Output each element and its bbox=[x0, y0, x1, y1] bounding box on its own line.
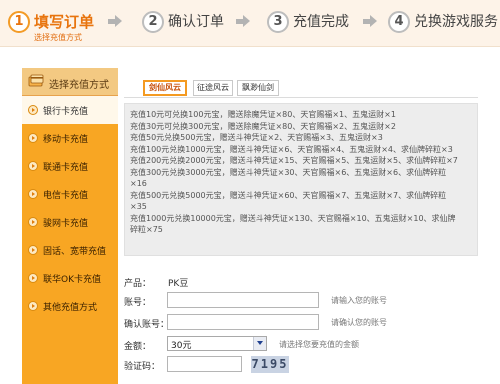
chevron-down-icon[interactable] bbox=[253, 337, 266, 350]
amount-selected-value: 30元 bbox=[171, 341, 192, 351]
account-label: 账号： bbox=[124, 298, 152, 308]
confirm-account-hint: 请确认您的账号 bbox=[331, 318, 387, 327]
step-1-number: 1 bbox=[8, 11, 30, 33]
card-stack-icon bbox=[28, 74, 44, 87]
product-value: PK豆 bbox=[168, 279, 189, 289]
step-1-label: 填写订单 bbox=[34, 13, 95, 31]
confirm-account-row: 确认账号： 请确认您的账号 bbox=[124, 314, 478, 332]
arrow-bullet-icon bbox=[28, 217, 38, 227]
sidebar-item-junnet-card[interactable]: 骏网卡充值 bbox=[22, 208, 118, 236]
step-4-label: 兑换游戏服务 bbox=[414, 14, 498, 30]
step-2-number: 2 bbox=[142, 11, 164, 33]
captcha-input[interactable] bbox=[167, 356, 242, 372]
captcha-label: 验证码： bbox=[124, 362, 161, 372]
package-line: 充值200元兑换2000元宝，赠送斗神凭证×15、天官赐福×5、五鬼运财×5、求… bbox=[130, 156, 458, 165]
product-label: 产品： bbox=[124, 279, 152, 289]
account-input[interactable] bbox=[167, 292, 319, 308]
sidebar-item-label: 移动卡充值 bbox=[43, 135, 89, 145]
step-arrow-icon bbox=[363, 15, 377, 28]
sidebar-header: 选择充值方式 bbox=[22, 68, 118, 96]
step-arrow-icon bbox=[236, 15, 250, 28]
arrow-bullet-icon bbox=[28, 245, 38, 255]
sidebar-item-unicom-card[interactable]: 联通卡充值 bbox=[22, 152, 118, 180]
arrow-bullet-icon bbox=[28, 189, 38, 199]
tab-piaomiao-xianjian[interactable]: 飘渺仙剑 bbox=[237, 80, 279, 96]
order-steps-bar: 1 填写订单 选择充值方式 2 确认订单 3 充值完成 4 兑换游戏服务 bbox=[0, 0, 500, 47]
product-row: 产品： PK豆 bbox=[124, 273, 424, 291]
arrow-bullet-icon bbox=[28, 133, 38, 143]
sidebar-item-label: 电信卡充值 bbox=[43, 191, 89, 201]
sidebar-item-label: 其他充值方式 bbox=[43, 303, 98, 313]
sidebar-item-other-methods[interactable]: 其他充值方式 bbox=[22, 292, 118, 320]
step-arrow-icon bbox=[108, 15, 122, 28]
amount-select[interactable]: 30元 bbox=[167, 336, 267, 351]
confirm-account-label: 确认账号： bbox=[124, 320, 170, 330]
package-line: 充值500元兑换5000元宝，赠送斗神凭证×60、天官赐福×7、五鬼运财×7、求… bbox=[130, 190, 447, 200]
tab-jianxian-fengyun[interactable]: 剑仙风云 bbox=[143, 80, 187, 96]
tab-zhengtu-fengyun[interactable]: 征途风云 bbox=[193, 80, 233, 96]
sidebar-item-bank-card[interactable]: 银行卡充值 bbox=[22, 96, 118, 124]
sidebar-title: 选择充值方式 bbox=[49, 80, 109, 91]
captcha-image[interactable]: 7195 bbox=[251, 356, 289, 373]
sidebar-item-lianhua-ok-card[interactable]: 联华OK卡充值 bbox=[22, 264, 118, 292]
account-row: 账号： 请输入您的账号 bbox=[124, 292, 478, 310]
sidebar-item-label: 联华OK卡充值 bbox=[43, 275, 101, 285]
amount-row: 金额： 30元 请选择您要充值的金额 bbox=[124, 336, 478, 354]
sidebar-item-label: 银行卡充值 bbox=[43, 107, 89, 117]
arrow-bullet-icon bbox=[28, 301, 38, 311]
package-line: 充值100元兑换1000元宝，赠送斗神凭证×6、天官赐福×4、五鬼运财×4、求仙… bbox=[130, 144, 453, 154]
sidebar-item-label: 固话、宽带充值 bbox=[43, 247, 107, 257]
step-3-number: 3 bbox=[267, 11, 289, 33]
sidebar-item-label: 骏网卡充值 bbox=[43, 219, 89, 229]
package-line: ×16 bbox=[130, 179, 147, 188]
confirm-account-input[interactable] bbox=[167, 314, 319, 330]
sidebar-item-landline-broadband[interactable]: 固话、宽带充值 bbox=[22, 236, 118, 264]
package-line: 充值1000元兑换10000元宝，赠送斗神凭证×130、天官赐福×10、五鬼运财… bbox=[130, 213, 456, 223]
arrow-bullet-icon bbox=[28, 273, 38, 283]
package-line: 充值30元可兑换300元宝，赠送除魔凭证×80、天官赐福×2、五鬼运财×2 bbox=[130, 121, 396, 131]
tab-divider bbox=[124, 97, 478, 98]
step-3-label: 充值完成 bbox=[293, 14, 349, 30]
package-line: 充值300元兑换3000元宝，赠送斗神凭证×30、天官赐福×6、五鬼运财×6、求… bbox=[130, 167, 447, 177]
arrow-bullet-icon bbox=[28, 105, 38, 115]
amount-label: 金额： bbox=[124, 342, 152, 352]
package-line: ×35 bbox=[130, 202, 147, 211]
package-line: 充值10元可兑换100元宝，赠送除魔凭证×80、天官赐福×1、五鬼运财×1 bbox=[130, 110, 396, 119]
recharge-package-info: 充值10元可兑换100元宝，赠送除魔凭证×80、天官赐福×1、五鬼运财×1 充值… bbox=[124, 103, 478, 256]
package-line: 充值50元兑换500元宝，赠送斗神凭证×2、天官赐福×3、五鬼运财×3 bbox=[130, 133, 383, 142]
payment-method-sidebar: 选择充值方式 银行卡充值 移动卡充值 联通卡充值 电信卡充值 骏网卡充值 固话、… bbox=[22, 68, 118, 384]
step-2-label: 确认订单 bbox=[168, 14, 224, 30]
sidebar-item-label: 联通卡充值 bbox=[43, 163, 89, 173]
step-1-sublabel: 选择充值方式 bbox=[34, 33, 82, 42]
step-4-number: 4 bbox=[388, 11, 410, 33]
sidebar-item-mobile-card[interactable]: 移动卡充值 bbox=[22, 124, 118, 152]
captcha-row: 验证码： 7195 bbox=[124, 356, 478, 374]
amount-hint: 请选择您要充值的金额 bbox=[279, 340, 359, 349]
package-line: 碎粒×75 bbox=[130, 225, 163, 234]
arrow-bullet-icon bbox=[28, 161, 38, 171]
sidebar-item-telecom-card[interactable]: 电信卡充值 bbox=[22, 180, 118, 208]
account-hint: 请输入您的账号 bbox=[331, 296, 387, 305]
